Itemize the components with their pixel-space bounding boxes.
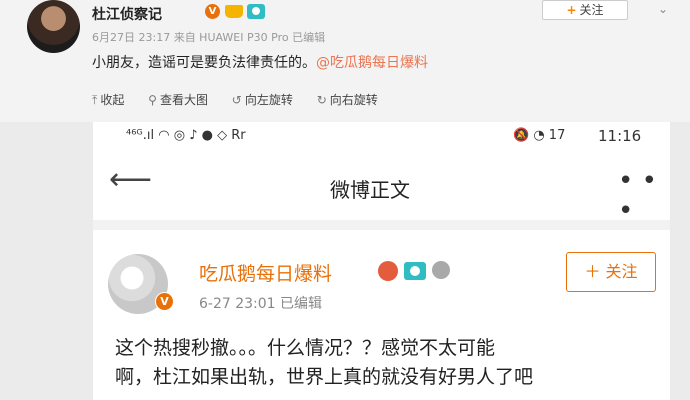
crown-icon xyxy=(225,5,243,18)
user-name[interactable]: 杜江侦察记 xyxy=(92,4,162,24)
verified-badge-icon: V xyxy=(155,292,174,311)
chevron-down-icon[interactable]: ⌄ xyxy=(658,2,668,16)
rotate-right-label: 向右旋转 xyxy=(329,93,378,107)
post-text: 小朋友，造谣可是要负法律责任的。@吃瓜鹅每日爆料 xyxy=(92,52,428,72)
rotate-left-button[interactable]: ↺ 向左旋转 xyxy=(232,93,293,107)
follow-button[interactable]: + 关注 xyxy=(542,0,628,20)
status-icons-left: ⁴⁶ᴳ.ıl ◠ ◎ ♪ ● ◇ Rr xyxy=(126,128,246,143)
post-meta: 6月27日 23:17 来自 HUAWEI P30 Pro 已编辑 xyxy=(92,31,326,44)
back-arrow-icon: ⟵ xyxy=(109,162,153,197)
rotate-left-icon: ↺ xyxy=(231,93,242,107)
collapse-icon: ⤒ xyxy=(92,93,98,107)
verified-badge-icon: V xyxy=(205,4,220,19)
plus-icon: + xyxy=(566,3,577,17)
post-line-1: 这个热搜秒撤。。。什么情况？？感觉不太可能 xyxy=(115,337,496,359)
status-icons-right: 🔕 ◔ 17 xyxy=(513,128,566,143)
original-post-header: 杜江侦察记 V 6月27日 23:17 来自 HUAWEI P30 Pro 已编… xyxy=(0,0,690,122)
follow-label: 关注 xyxy=(579,3,604,17)
rooster-icon xyxy=(378,261,398,281)
search-icon: ⚲ xyxy=(148,93,157,107)
camera-icon xyxy=(404,262,426,280)
author-name: 吃瓜鹅每日爆料 xyxy=(199,263,333,285)
status-time: 11:16 xyxy=(598,127,642,145)
more-icon: • • • xyxy=(618,166,657,226)
camera-icon xyxy=(247,4,265,19)
collapse-button[interactable]: ⤒ 收起 xyxy=(92,93,124,107)
divider xyxy=(93,220,670,230)
collapse-label: 收起 xyxy=(100,93,125,107)
avatar[interactable] xyxy=(27,0,80,53)
nav-title: 微博正文 xyxy=(330,178,410,202)
medal-icon xyxy=(432,261,450,279)
view-large-button[interactable]: ⚲ 查看大图 xyxy=(148,93,208,107)
follow-button-screenshot: ＋ 关注 xyxy=(566,252,656,292)
rotate-right-button[interactable]: ↻ 向右旋转 xyxy=(317,93,378,107)
view-large-label: 查看大图 xyxy=(159,93,208,107)
mention-link[interactable]: @吃瓜鹅每日爆料 xyxy=(316,55,428,71)
post-text-body: 小朋友，造谣可是要负法律责任的。 xyxy=(92,55,316,71)
rotate-right-icon: ↻ xyxy=(316,93,327,107)
nav-bar: ⟵ 微博正文 • • • xyxy=(93,152,670,226)
author-post-meta: 6-27 23:01 已编辑 xyxy=(199,296,323,312)
image-toolbar: ⤒ 收起 ⚲ 查看大图 ↺ 向左旋转 ↻ 向右旋转 xyxy=(92,91,398,108)
rotate-left-label: 向左旋转 xyxy=(244,93,293,107)
status-bar: ⁴⁶ᴳ.ıl ◠ ◎ ♪ ● ◇ Rr 🔕 ◔ 17 11:16 xyxy=(93,122,670,152)
embedded-screenshot[interactable]: ⁴⁶ᴳ.ıl ◠ ◎ ♪ ● ◇ Rr 🔕 ◔ 17 11:16 ⟵ 微博正文 … xyxy=(93,122,670,400)
screenshot-post-text: 这个热搜秒撤。。。什么情况？？感觉不太可能 啊，杜江如果出轨，世界上真的就没有好… xyxy=(115,334,655,392)
post-line-2: 啊，杜江如果出轨，世界上真的就没有好男人了吧 xyxy=(115,366,534,388)
